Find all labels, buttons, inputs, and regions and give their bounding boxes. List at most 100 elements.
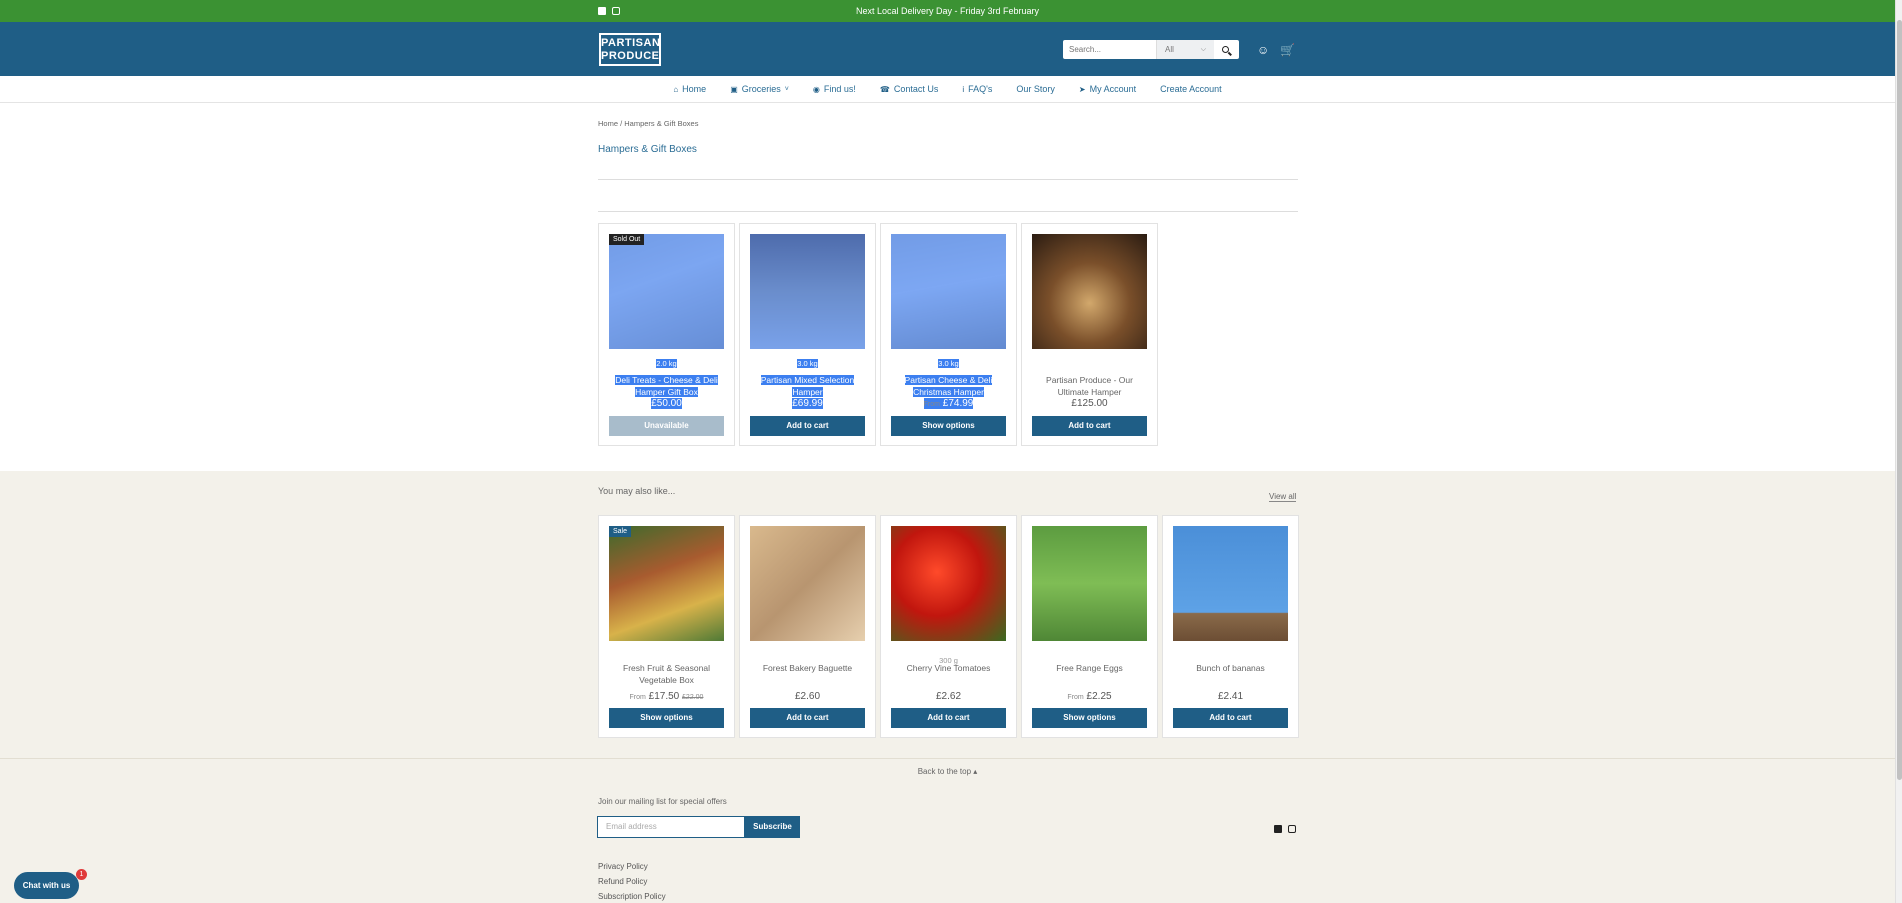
- add-to-cart-button[interactable]: Add to cart: [750, 708, 865, 728]
- chat-button[interactable]: Chat with us: [14, 872, 79, 899]
- product-name[interactable]: Fresh Fruit & Seasonal Vegetable Box: [609, 662, 724, 686]
- price-value: £2.62: [935, 691, 962, 702]
- subscribe-button[interactable]: Subscribe: [745, 816, 800, 838]
- search-category-label: All: [1165, 45, 1174, 54]
- product-name-text: Free Range Eggs: [1056, 663, 1123, 673]
- search-button[interactable]: [1214, 40, 1236, 59]
- product-weight-text: 3.0 kg: [797, 359, 818, 368]
- product-image[interactable]: [891, 234, 1006, 349]
- scrollbar-thumb[interactable]: [1897, 20, 1902, 780]
- product-price-text: £69.99: [792, 398, 823, 409]
- product-image[interactable]: [750, 234, 865, 349]
- nav-item-0[interactable]: ⌂ Home: [661, 84, 718, 94]
- product-name[interactable]: Bunch of bananas: [1173, 662, 1288, 674]
- product-name-text: Cherry Vine Tomatoes: [906, 663, 991, 673]
- view-all-link[interactable]: View all: [1269, 492, 1297, 502]
- search-icon: [1221, 46, 1229, 53]
- add-to-cart-button[interactable]: Add to cart: [891, 708, 1006, 728]
- product-card[interactable]: Bunch of bananas £2.41 Add to cart: [1162, 515, 1299, 738]
- account-icon[interactable]: ☺: [1257, 43, 1269, 57]
- refund-policy-link[interactable]: Refund Policy: [598, 877, 647, 886]
- product-price: £50.00: [599, 398, 734, 409]
- search-category-select[interactable]: All ⌵: [1156, 40, 1214, 59]
- price-prefix: From: [1067, 694, 1084, 701]
- product-price-text: £2.41: [1218, 691, 1243, 702]
- add-to-cart-button[interactable]: Add to cart: [750, 416, 865, 436]
- scrollbar[interactable]: [1895, 0, 1902, 903]
- site-header: PARTISANPRODUCE All ⌵ ☺ 🛒: [0, 22, 1895, 76]
- price-value: £17.50: [648, 691, 680, 702]
- product-price-text: £50.00: [651, 398, 682, 409]
- product-price: From £74.99: [881, 398, 1016, 409]
- nav-item-5[interactable]: Our Story: [1004, 84, 1067, 94]
- search-bar: All ⌵: [1063, 40, 1239, 59]
- product-image[interactable]: [891, 526, 1006, 641]
- nav-item-6[interactable]: ➤ My Account: [1067, 84, 1148, 94]
- product-name-text: Partisan Mixed Selection Hamper: [760, 375, 855, 397]
- related-title: You may also like...: [598, 486, 676, 496]
- nav-item-3[interactable]: ☎ Contact Us: [868, 84, 951, 94]
- rocket-icon: ➤: [1078, 84, 1086, 94]
- product-name[interactable]: Partisan Mixed Selection Hamper: [750, 374, 865, 398]
- product-name[interactable]: Cherry Vine Tomatoes: [891, 662, 1006, 674]
- footer-divider: [0, 758, 1895, 759]
- product-name[interactable]: Free Range Eggs: [1032, 662, 1147, 674]
- product-image[interactable]: [1032, 234, 1147, 349]
- product-name-text: Bunch of bananas: [1196, 663, 1265, 673]
- nav-item-label: FAQ's: [968, 84, 993, 94]
- add-to-cart-button[interactable]: Add to cart: [1173, 708, 1288, 728]
- site-logo[interactable]: PARTISAN PRODUCE: [599, 33, 661, 66]
- phone-icon: ☎: [879, 84, 890, 94]
- product-name[interactable]: Partisan Produce - Our Ultimate Hamper: [1032, 374, 1147, 398]
- nav-item-4[interactable]: i FAQ's: [950, 84, 1004, 94]
- product-price-text: From £74.99: [923, 398, 974, 409]
- product-card[interactable]: Forest Bakery Baguette £2.60 Add to cart: [739, 515, 876, 738]
- nav-item-label: Create Account: [1160, 84, 1222, 94]
- breadcrumb[interactable]: Home / Hampers & Gift Boxes: [598, 119, 698, 128]
- product-card[interactable]: 3.0 kg Partisan Cheese & Deli Christmas H…: [880, 223, 1017, 446]
- facebook-icon[interactable]: [598, 7, 606, 15]
- product-name-text: Partisan Produce - Our Ultimate Hamper: [1046, 375, 1133, 397]
- product-name-text: Deli Treats - Cheese & Deli Hamper Gift …: [615, 375, 718, 397]
- show-options-button[interactable]: Show options: [1032, 708, 1147, 728]
- privacy-policy-link[interactable]: Privacy Policy: [598, 862, 648, 871]
- product-card[interactable]: Free Range Eggs From £2.25 Show options: [1021, 515, 1158, 738]
- product-price-text: £2.60: [795, 691, 820, 702]
- product-name[interactable]: Partisan Cheese & Deli Christmas Hamper: [891, 374, 1006, 398]
- product-price: £125.00: [1022, 398, 1157, 409]
- show-options-button[interactable]: Show options: [609, 708, 724, 728]
- product-card[interactable]: 3.0 kg Partisan Mixed Selection Hamper £69…: [739, 223, 876, 446]
- product-image[interactable]: [1032, 526, 1147, 641]
- subscription-policy-link[interactable]: Subscription Policy: [598, 892, 666, 901]
- nav-item-2[interactable]: ◉ Find us!: [801, 84, 868, 94]
- product-card[interactable]: Sale Fresh Fruit & Seasonal Vegetable Box…: [598, 515, 735, 738]
- email-field[interactable]: Email address: [597, 816, 745, 838]
- nav-item-1[interactable]: ▣ Groceries ˅: [718, 84, 801, 94]
- add-to-cart-button[interactable]: Add to cart: [1032, 416, 1147, 436]
- product-card[interactable]: Partisan Produce - Our Ultimate Hamper £1…: [1021, 223, 1158, 446]
- product-name-text: Fresh Fruit & Seasonal Vegetable Box: [623, 663, 710, 685]
- nav-item-7[interactable]: Create Account: [1148, 84, 1234, 94]
- product-image[interactable]: [1173, 526, 1288, 641]
- selection-highlight: [891, 234, 1006, 349]
- cart-icon[interactable]: 🛒: [1280, 43, 1295, 57]
- instagram-icon[interactable]: [612, 7, 620, 15]
- back-to-top-link[interactable]: Back to the top ▴: [0, 767, 1895, 776]
- instagram-icon[interactable]: [1288, 825, 1296, 833]
- show-options-button[interactable]: Show options: [891, 416, 1006, 436]
- product-card[interactable]: Sold Out 2.0 kg Deli Treats - Cheese & Del…: [598, 223, 735, 446]
- status-badge: Sold Out: [609, 234, 645, 245]
- product-image[interactable]: [609, 526, 724, 641]
- nav-item-label: Our Story: [1016, 84, 1055, 94]
- product-name[interactable]: Deli Treats - Cheese & Deli Hamper Gift …: [609, 374, 724, 398]
- product-name[interactable]: Forest Bakery Baguette: [750, 662, 865, 674]
- product-image[interactable]: [750, 526, 865, 641]
- compare-price: £22.00: [682, 694, 704, 701]
- price-value: £125.00: [1071, 398, 1108, 409]
- product-image[interactable]: [609, 234, 724, 349]
- price-prefix: From: [923, 401, 940, 408]
- facebook-icon[interactable]: [1274, 825, 1282, 833]
- price-value: £2.41: [1217, 691, 1244, 702]
- product-card[interactable]: 300 g Cherry Vine Tomatoes £2.62 Add to car…: [880, 515, 1017, 738]
- search-input[interactable]: [1063, 40, 1156, 59]
